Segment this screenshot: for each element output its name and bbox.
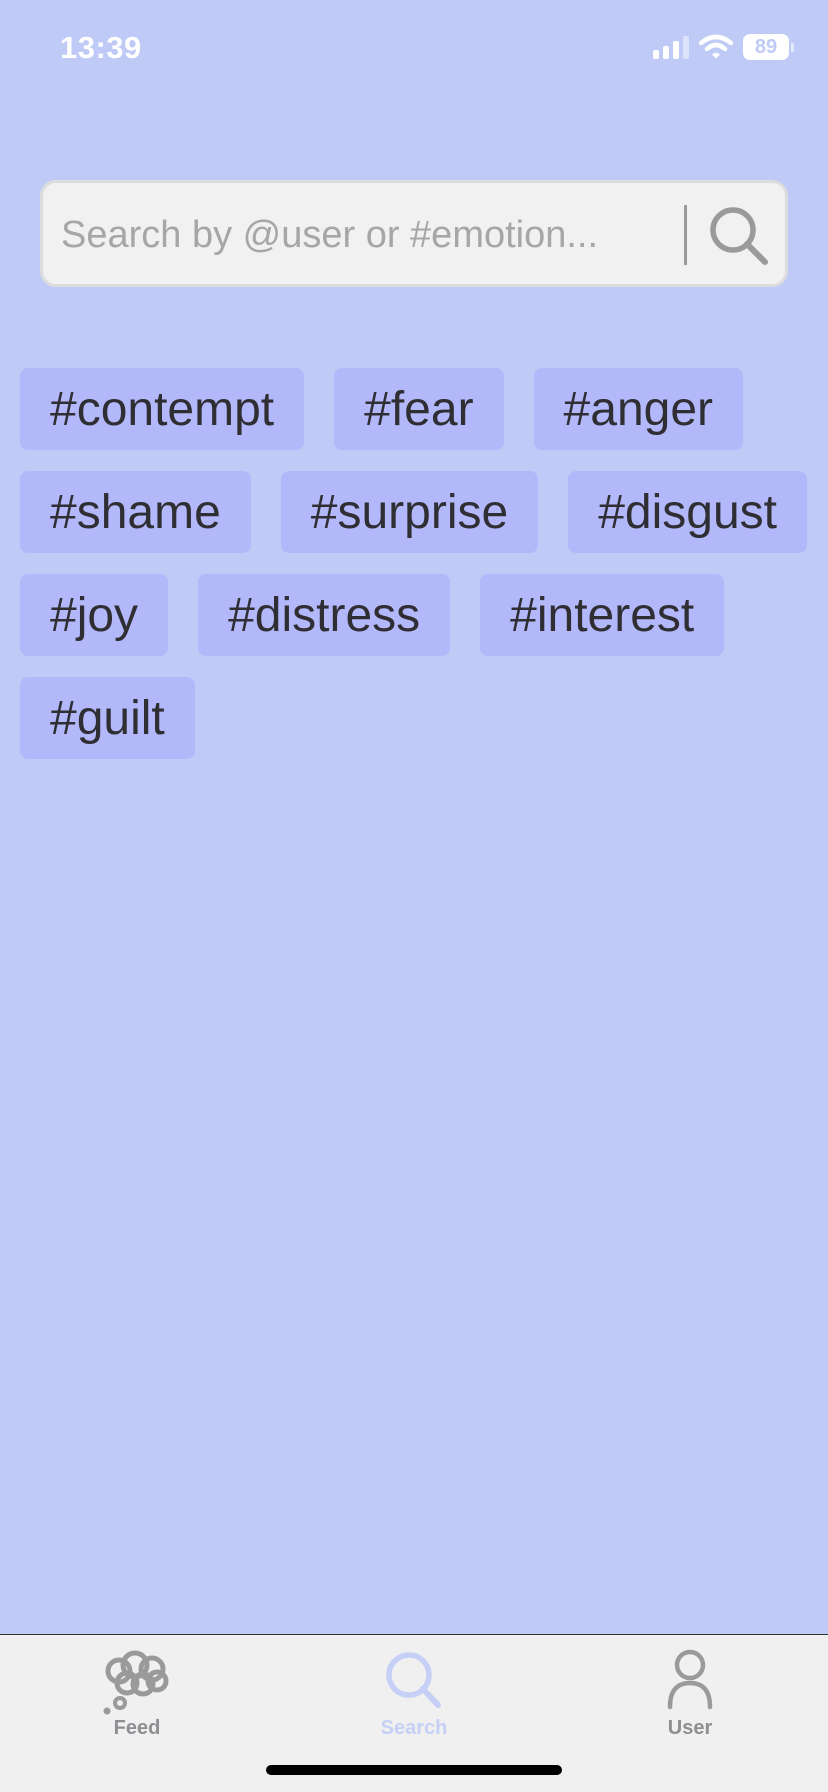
tag-fear[interactable]: #fear [334,368,504,450]
tag-distress[interactable]: #distress [198,574,451,656]
tag-joy[interactable]: #joy [20,574,169,656]
tab-search-label: Search [380,1717,448,1739]
tag-disgust[interactable]: #disgust [568,471,807,553]
home-indicator [266,1765,562,1775]
search-icon[interactable] [703,200,775,272]
search-input[interactable] [61,207,641,263]
emotion-tag-list: #contempt #fear #anger #shame #surprise … [20,368,810,759]
status-time: 13:39 [60,30,142,65]
tag-contempt[interactable]: #contempt [20,368,305,450]
tag-guilt[interactable]: #guilt [20,677,195,759]
battery-icon: 89 [743,34,794,60]
user-icon [667,1649,713,1710]
tab-user-label: User [667,1717,713,1739]
thought-cloud-icon [103,1650,169,1715]
battery-level: 89 [743,34,789,60]
tag-anger[interactable]: #anger [533,368,744,450]
search-icon [386,1652,441,1708]
status-icons: 89 [653,34,794,60]
search-divider [684,205,687,265]
tag-interest[interactable]: #interest [480,574,725,656]
status-bar: 13:39 89 [0,0,828,100]
tab-user[interactable]: User [620,1643,760,1753]
tab-feed[interactable]: Feed [67,1643,207,1753]
tag-shame[interactable]: #shame [20,471,251,553]
wifi-icon [699,34,733,59]
cellular-signal-icon [653,35,689,59]
tab-search[interactable]: Search [344,1643,484,1753]
tag-surprise[interactable]: #surprise [280,471,539,553]
tab-feed-label: Feed [113,1717,161,1739]
search-bar [40,180,788,287]
search-screen: 13:39 89 #contempt #fear #anger [0,0,828,1792]
